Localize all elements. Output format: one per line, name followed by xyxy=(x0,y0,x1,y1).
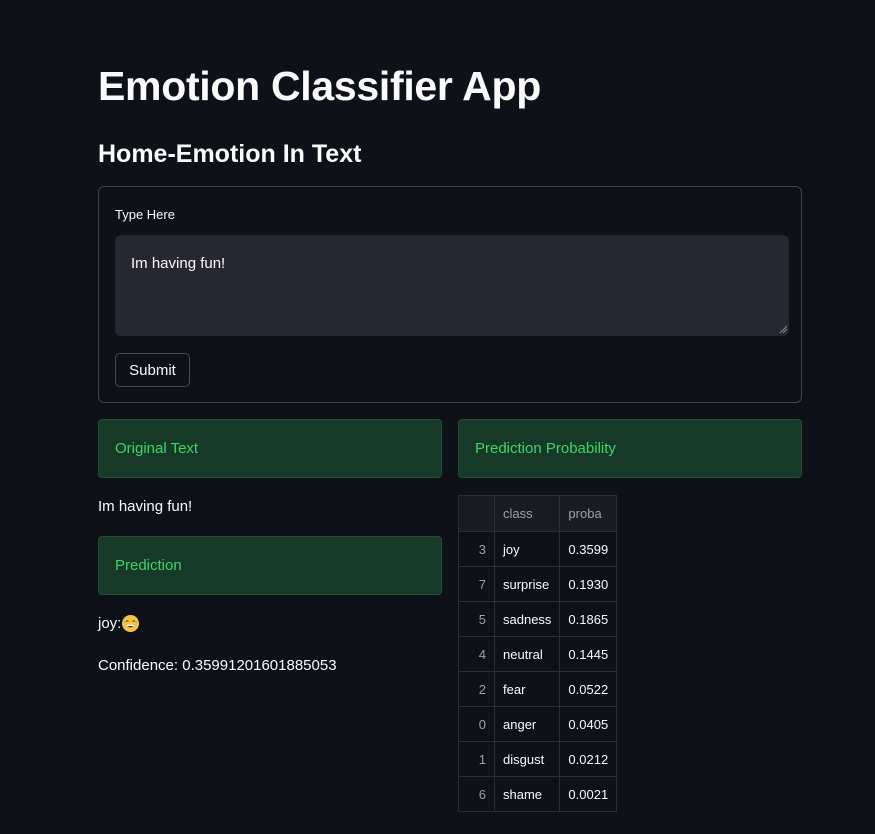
cell-class[interactable]: shame xyxy=(493,776,561,812)
cell-proba[interactable]: 0.0212 xyxy=(559,741,618,777)
cell-class[interactable]: sadness xyxy=(493,601,561,637)
table-row: 7 surprise 0.1930 xyxy=(458,566,618,602)
text-input-label: Type Here xyxy=(115,207,175,222)
original-text-header: Original Text xyxy=(98,419,442,478)
cell-class[interactable]: surprise xyxy=(493,566,561,602)
submit-button[interactable]: Submit xyxy=(115,353,190,387)
page-title: Emotion Classifier App xyxy=(98,63,541,109)
cell-proba[interactable]: 0.1865 xyxy=(559,601,618,637)
row-index: 7 xyxy=(458,566,495,602)
cell-proba[interactable]: 0.0021 xyxy=(559,776,618,812)
cell-class[interactable]: fear xyxy=(493,671,561,707)
row-index: 6 xyxy=(458,776,495,812)
column-header-class[interactable]: class xyxy=(493,495,561,532)
row-index: 3 xyxy=(458,531,495,567)
prediction-probability-header: Prediction Probability xyxy=(458,419,802,478)
prediction-header: Prediction xyxy=(98,536,442,595)
table-header-row: class proba xyxy=(458,495,618,532)
cell-proba[interactable]: 0.1930 xyxy=(559,566,618,602)
column-header-index[interactable] xyxy=(458,495,495,532)
prediction-label: joy: xyxy=(98,615,122,632)
row-index: 0 xyxy=(458,706,495,742)
cell-class[interactable]: joy xyxy=(493,531,561,567)
table-row: 0 anger 0.0405 xyxy=(458,706,618,742)
cell-proba[interactable]: 0.0405 xyxy=(559,706,618,742)
prediction-line: joy: xyxy=(98,615,140,632)
row-index: 1 xyxy=(458,741,495,777)
original-text-value: Im having fun! xyxy=(98,498,193,515)
cell-class[interactable]: disgust xyxy=(493,741,561,777)
table-row: 4 neutral 0.1445 xyxy=(458,636,618,672)
column-header-proba[interactable]: proba xyxy=(559,495,618,532)
row-index: 5 xyxy=(458,601,495,637)
resize-handle-icon[interactable] xyxy=(779,325,787,333)
cell-proba[interactable]: 0.3599 xyxy=(559,531,618,567)
table-row: 3 joy 0.3599 xyxy=(458,531,618,567)
cell-proba[interactable]: 0.1445 xyxy=(559,636,618,672)
cell-class[interactable]: neutral xyxy=(493,636,561,672)
table-row: 1 disgust 0.0212 xyxy=(458,741,618,777)
table-row: 2 fear 0.0522 xyxy=(458,671,618,707)
row-index: 2 xyxy=(458,671,495,707)
row-index: 4 xyxy=(458,636,495,672)
text-form: Type Here Im having fun! Submit xyxy=(98,186,802,403)
probability-table: class proba 3 joy 0.3599 7 surprise 0.19… xyxy=(458,495,618,812)
cell-proba[interactable]: 0.0522 xyxy=(559,671,618,707)
cell-class[interactable]: anger xyxy=(493,706,561,742)
page-subheader: Home-Emotion In Text xyxy=(98,140,362,168)
app-root: Emotion Classifier App Home-Emotion In T… xyxy=(0,0,875,834)
table-row: 6 shame 0.0021 xyxy=(458,776,618,812)
grinning-face-icon xyxy=(122,615,140,632)
table-row: 5 sadness 0.1865 xyxy=(458,601,618,637)
text-input[interactable]: Im having fun! xyxy=(115,235,789,336)
confidence-value: Confidence: 0.35991201601885053 xyxy=(98,657,337,674)
